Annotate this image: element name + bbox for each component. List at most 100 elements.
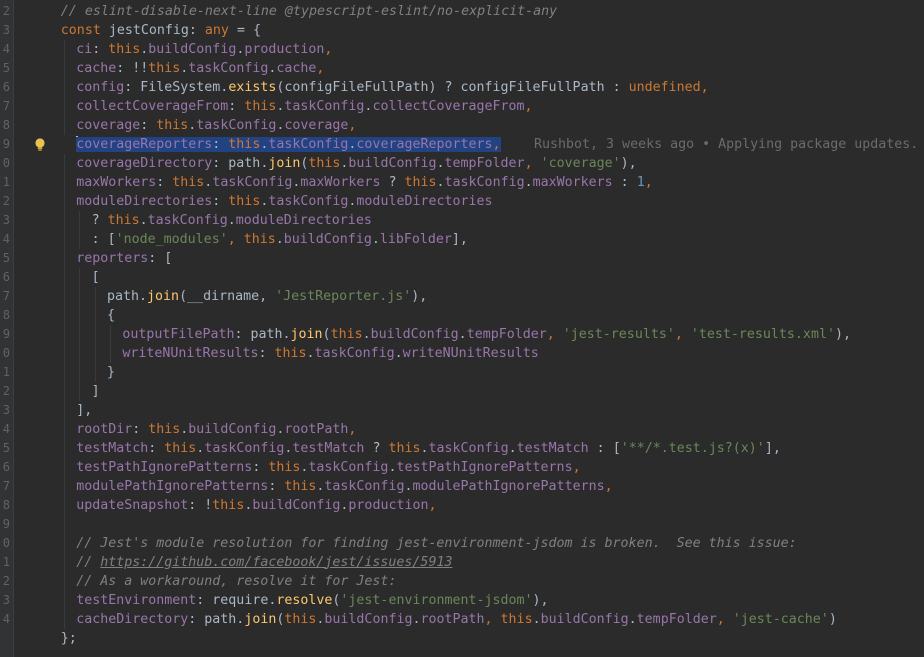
code-text: rootDir: this.buildConfig.rootPath, [76, 420, 356, 439]
code-token: taskConfig [212, 174, 293, 190]
code-text: collectCoverageFrom: this.taskConfig.col… [76, 97, 532, 116]
code-token: taskConfig [324, 478, 405, 494]
code-token: this [500, 611, 533, 627]
code-line[interactable]: 1} [0, 362, 924, 382]
code-line[interactable]: 6 config: FileSystem.exists(configFileFul… [0, 77, 924, 97]
code-text: ci: this.buildConfig.production, [76, 40, 332, 59]
line-number: 5 [2, 250, 10, 265]
lightbulb-icon[interactable] [33, 137, 47, 152]
code-line[interactable]: 9 [0, 514, 924, 534]
code-token: : !! [116, 60, 149, 76]
code-token: }; [60, 630, 77, 646]
code-line[interactable]: 7 modulePathIgnorePatterns: this.taskConf… [0, 476, 924, 496]
code-token: , [546, 326, 563, 342]
code-line[interactable]: 8{ [0, 305, 924, 325]
code-line[interactable]: 6[ [0, 267, 924, 287]
line-number: 0 [2, 535, 10, 550]
line-number: 9 [2, 136, 10, 151]
code-token: writeNUnitResults [402, 345, 539, 361]
code-token: tempFolder [636, 611, 717, 627]
git-blame-annotation[interactable]: Rushbot, 3 weeks ago • Applying package … [534, 135, 918, 154]
code-text: // eslint-disable-next-line @typescript-… [61, 2, 557, 21]
code-line[interactable]: 7 collectCoverageFrom: this.taskConfig.co… [0, 96, 924, 116]
code-token: ), [620, 155, 637, 171]
code-line[interactable]: 9 outputFilePath: path.join(this.buildCon… [0, 324, 924, 344]
code-text: ? this.taskConfig.moduleDirectories [92, 211, 372, 230]
code-token: . [532, 611, 541, 627]
code-line[interactable]: 2] [0, 381, 924, 401]
code-line[interactable]: 0 coverageDirectory: path.join(this.build… [0, 153, 924, 173]
code-editor[interactable]: 2 // eslint-disable-next-line @typescript… [0, 0, 924, 657]
code-token: 'jest-cache' [732, 611, 829, 627]
line-number: 9 [2, 516, 10, 531]
indent-guide [63, 191, 65, 211]
code-line[interactable]: 4: ['node_modules', this.buildConfig.lib… [0, 229, 924, 249]
line-number: 9 [2, 326, 10, 341]
code-line[interactable]: 5 reporters: [ [0, 248, 924, 268]
line-number: 3 [2, 402, 10, 417]
code-line[interactable]: 0 writeNUnitResults: this.taskConfig.writ… [0, 343, 924, 363]
code-token: : [212, 193, 229, 209]
code-line[interactable]: 3? this.taskConfig.moduleDirectories [0, 210, 924, 230]
code-token: cache [276, 60, 317, 76]
line-number: 2 [2, 573, 10, 588]
code-line[interactable]: 3 const jestConfig: any = { [0, 21, 924, 40]
code-token: join [268, 155, 301, 171]
code-line[interactable]: 8 coverage: this.taskConfig.coverage, [0, 115, 924, 135]
code-line[interactable]: 9 coverageReporters: this.taskConfig.cove… [0, 135, 924, 154]
code-token: https://github.com/facebook/jest/issues/… [100, 554, 453, 570]
code-token: (configFileFullPath) ? configFileFullPat… [276, 79, 629, 95]
code-line[interactable]: 8 updateSnapshot: !this.buildConfig.produ… [0, 495, 924, 515]
code-token: taskConfig [314, 345, 395, 361]
code-token: this [274, 345, 307, 361]
code-line[interactable]: 1 // https://github.com/facebook/jest/iss… [0, 552, 924, 572]
code-line[interactable]: 1 maxWorkers: this.taskConfig.maxWorkers … [0, 172, 924, 192]
code-token: '**/*.test.js?(x)' [620, 440, 765, 456]
indent-guide [63, 514, 65, 534]
code-token: taskConfig [428, 440, 509, 456]
indent-guide [63, 495, 65, 515]
code-token: ], [764, 440, 781, 456]
code-line[interactable]: 6 testPathIgnorePatterns: this.taskConfig… [0, 457, 924, 477]
code-line[interactable]: 4 cacheDirectory: path.join(this.buildCon… [0, 609, 924, 629]
code-area[interactable]: 2 // eslint-disable-next-line @typescript… [0, 0, 924, 657]
code-line[interactable]: 7 path.join(__dirname, 'JestReporter.js')… [0, 286, 924, 306]
code-token: // eslint-disable-next-line @typescript-… [60, 3, 558, 19]
code-line[interactable]: 2 moduleDirectories: this.taskConfig.modu… [0, 191, 924, 211]
code-line[interactable]: 3 testEnvironment: require.resolve('jest-… [0, 590, 924, 610]
code-line[interactable]: 2 // eslint-disable-next-line @typescript… [0, 2, 924, 21]
code-text: [ [92, 268, 100, 287]
code-token: tempFolder [444, 155, 525, 171]
code-text: modulePathIgnorePatterns: this.taskConfi… [76, 477, 612, 496]
code-text: testMatch: this.taskConfig.testMatch ? t… [76, 439, 781, 458]
code-token: , [324, 41, 333, 57]
code-token: testPathIgnorePatterns [76, 459, 253, 475]
code-token: updateSnapshot [76, 497, 189, 513]
code-token: this [268, 459, 301, 475]
code-line[interactable]: 0 // Jest's module resolution for finding… [0, 533, 924, 553]
code-token: buildConfig [348, 155, 437, 171]
indent-guide [79, 343, 81, 363]
code-line[interactable]: 5 cache: !!this.taskConfig.cache, [0, 58, 924, 78]
code-token: : [92, 41, 109, 57]
code-line[interactable]: }; [0, 629, 924, 648]
code-token: exists [228, 79, 277, 95]
code-token: . [275, 231, 284, 247]
code-line[interactable]: 3], [0, 400, 924, 420]
code-line[interactable]: 4 ci: this.buildConfig.production, [0, 39, 924, 59]
indent-guide [94, 286, 96, 306]
indent-guide [63, 77, 65, 97]
line-number: 0 [2, 155, 10, 170]
code-line[interactable]: 5 testMatch: this.taskConfig.testMatch ? … [0, 438, 924, 458]
line-number: 4 [2, 41, 10, 56]
code-text: // https://github.com/facebook/jest/issu… [76, 553, 452, 572]
code-line[interactable]: 2 // As a workaround, resolve it for Jest… [0, 571, 924, 591]
code-text: // Jest's module resolution for finding … [76, 534, 797, 553]
indent-guide [79, 362, 81, 382]
code-token: libFolder [379, 231, 452, 247]
code-token: : [140, 117, 157, 133]
code-token: . [394, 345, 403, 361]
code-token: collectCoverageFrom [76, 98, 229, 114]
code-line[interactable]: 4 rootDir: this.buildConfig.rootPath, [0, 419, 924, 439]
code-token: this [228, 136, 261, 152]
